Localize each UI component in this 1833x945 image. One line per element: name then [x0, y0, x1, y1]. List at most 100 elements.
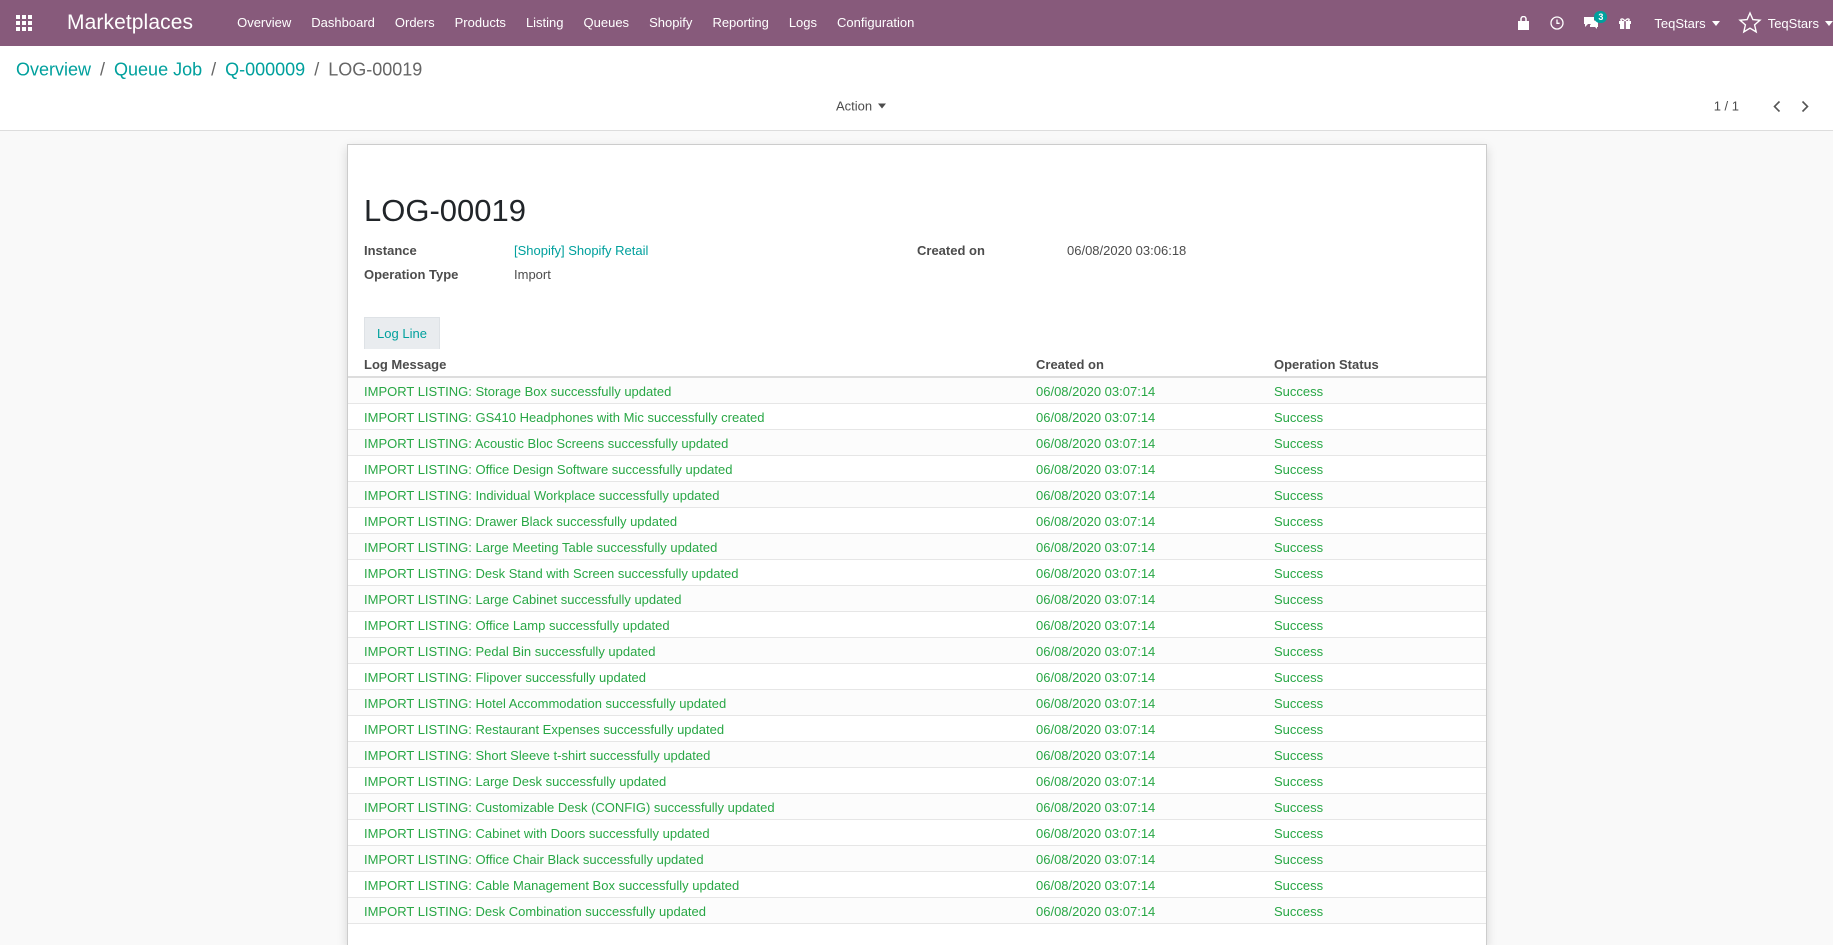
status-cell: Success [1274, 644, 1324, 659]
log-message-cell: IMPORT LISTING: Cabinet with Doors succe… [364, 826, 710, 841]
table-row[interactable]: IMPORT LISTING: Hotel Accommodation succ… [348, 690, 1486, 716]
status-cell: Success [1274, 488, 1324, 503]
table-row[interactable]: IMPORT LISTING: Customizable Desk (CONFI… [348, 794, 1486, 820]
table-row[interactable]: IMPORT LISTING: Individual Workplace suc… [348, 482, 1486, 508]
status-cell: Success [1274, 878, 1324, 893]
created-on-cell: 06/08/2020 03:07:14 [1036, 852, 1156, 867]
table-row[interactable]: IMPORT LISTING: Pedal Bin successfully u… [348, 638, 1486, 664]
table-row[interactable]: IMPORT LISTING: Office Chair Black succe… [348, 846, 1486, 872]
table-row[interactable]: IMPORT LISTING: Short Sleeve t-shirt suc… [348, 742, 1486, 768]
form-sheet: LOG-00019 Instance [Shopify] Shopify Ret… [347, 144, 1487, 945]
column-header-log-message[interactable]: Log Message [364, 357, 446, 372]
caret-down-icon [878, 103, 887, 109]
breadcrumb-queue-job[interactable]: Queue Job [114, 60, 202, 81]
menu-item-products[interactable]: Products [445, 0, 516, 46]
menu-item-overview[interactable]: Overview [227, 0, 301, 46]
table-row[interactable]: IMPORT LISTING: Large Cabinet successful… [348, 586, 1486, 612]
pager-value[interactable]: 1 / 1 [1714, 99, 1739, 114]
log-message-cell: IMPORT LISTING: Large Cabinet successful… [364, 592, 682, 607]
status-cell: Success [1274, 462, 1324, 477]
table-row[interactable]: IMPORT LISTING: Desk Combination success… [348, 898, 1486, 924]
log-message-cell: IMPORT LISTING: Cable Management Box suc… [364, 878, 740, 893]
menu-item-shopify[interactable]: Shopify [639, 0, 702, 46]
log-message-cell: IMPORT LISTING: Office Lamp successfully… [364, 618, 670, 633]
action-dropdown-button[interactable]: Action [836, 99, 887, 114]
activity-button[interactable] [1540, 0, 1574, 46]
breadcrumb-queue-record[interactable]: Q-000009 [225, 60, 305, 81]
table-row[interactable]: IMPORT LISTING: Cable Management Box suc… [348, 872, 1486, 898]
table-row[interactable]: IMPORT LISTING: Drawer Black successfull… [348, 508, 1486, 534]
company-switcher[interactable]: TeqStars [1642, 16, 1731, 31]
caret-down-icon [1711, 20, 1720, 26]
log-message-cell: IMPORT LISTING: Hotel Accommodation succ… [364, 696, 727, 711]
breadcrumb-separator: / [100, 59, 106, 80]
table-row[interactable]: IMPORT LISTING: Large Desk successfully … [348, 768, 1486, 794]
gift-button[interactable] [1608, 0, 1642, 46]
chevron-left-icon [1773, 100, 1781, 112]
status-cell: Success [1274, 722, 1324, 737]
log-message-cell: IMPORT LISTING: Customizable Desk (CONFI… [364, 800, 775, 815]
instance-link[interactable]: [Shopify] Shopify Retail [514, 243, 648, 258]
control-panel: Overview / Queue Job / Q-000009 / LOG-00… [0, 46, 1833, 131]
created-on-cell: 06/08/2020 03:07:14 [1036, 592, 1156, 607]
app-brand[interactable]: Marketplaces [67, 11, 193, 35]
menu-item-configuration[interactable]: Configuration [827, 0, 924, 46]
log-message-cell: IMPORT LISTING: Storage Box successfully… [364, 384, 672, 399]
table-row[interactable]: IMPORT LISTING: GS410 Headphones with Mi… [348, 404, 1486, 430]
menu-item-dashboard[interactable]: Dashboard [301, 0, 385, 46]
messages-button[interactable]: 3 [1574, 0, 1608, 46]
pager-previous-button[interactable] [1763, 100, 1791, 112]
table-row[interactable]: IMPORT LISTING: Cabinet with Doors succe… [348, 820, 1486, 846]
status-cell: Success [1274, 774, 1324, 789]
breadcrumb-overview[interactable]: Overview [16, 60, 91, 81]
status-cell: Success [1274, 436, 1324, 451]
user-menu[interactable]: TeqStars [1732, 11, 1833, 35]
pager-next-button[interactable] [1791, 100, 1819, 112]
table-row[interactable]: IMPORT LISTING: Office Design Software s… [348, 456, 1486, 482]
systray: 3 TeqStars TeqStars [1506, 0, 1833, 46]
status-cell: Success [1274, 384, 1324, 399]
menu-item-orders[interactable]: Orders [385, 0, 445, 46]
record-title: LOG-00019 [364, 192, 526, 228]
table-row[interactable]: IMPORT LISTING: Storage Box successfully… [348, 378, 1486, 404]
apps-menu-button[interactable] [0, 0, 48, 46]
status-cell: Success [1274, 514, 1324, 529]
table-row[interactable]: IMPORT LISTING: Flipover successfully up… [348, 664, 1486, 690]
status-cell: Success [1274, 904, 1324, 919]
log-message-cell: IMPORT LISTING: Large Desk successfully … [364, 774, 667, 789]
status-cell: Success [1274, 410, 1324, 425]
apps-grid-icon [16, 15, 32, 31]
chevron-right-icon [1801, 100, 1809, 112]
log-message-cell: IMPORT LISTING: Short Sleeve t-shirt suc… [364, 748, 711, 763]
table-row[interactable]: IMPORT LISTING: Office Lamp successfully… [348, 612, 1486, 638]
created-on-cell: 06/08/2020 03:07:14 [1036, 800, 1156, 815]
star-icon [1737, 11, 1762, 34]
created-on-cell: 06/08/2020 03:07:14 [1036, 644, 1156, 659]
created-on-label: Created on [917, 243, 985, 258]
column-header-created-on[interactable]: Created on [1036, 357, 1104, 372]
table-row[interactable]: IMPORT LISTING: Desk Stand with Screen s… [348, 560, 1486, 586]
status-cell: Success [1274, 566, 1324, 581]
breadcrumb: Overview / Queue Job / Q-000009 / LOG-00… [16, 60, 422, 81]
menu-item-reporting[interactable]: Reporting [702, 0, 778, 46]
table-row[interactable]: IMPORT LISTING: Acoustic Bloc Screens su… [348, 430, 1486, 456]
log-message-cell: IMPORT LISTING: Pedal Bin successfully u… [364, 644, 656, 659]
log-message-cell: IMPORT LISTING: Desk Stand with Screen s… [364, 566, 739, 581]
created-on-cell: 06/08/2020 03:07:14 [1036, 748, 1156, 763]
log-message-cell: IMPORT LISTING: Office Design Software s… [364, 462, 733, 477]
table-row[interactable]: IMPORT LISTING: Restaurant Expenses succ… [348, 716, 1486, 742]
log-message-cell: IMPORT LISTING: Restaurant Expenses succ… [364, 722, 725, 737]
messages-count-badge: 3 [1594, 11, 1608, 23]
breadcrumb-separator: / [211, 59, 217, 80]
column-header-operation-status[interactable]: Operation Status [1274, 357, 1379, 372]
shopping-bag-button[interactable] [1506, 0, 1540, 46]
menu-item-logs[interactable]: Logs [779, 0, 827, 46]
menu-item-queues[interactable]: Queues [574, 0, 640, 46]
table-row[interactable]: IMPORT LISTING: Large Meeting Table succ… [348, 534, 1486, 560]
log-message-cell: IMPORT LISTING: Individual Workplace suc… [364, 488, 720, 503]
log-lines-table-header: Log Message Created on Operation Status [348, 352, 1486, 378]
created-on-cell: 06/08/2020 03:07:14 [1036, 618, 1156, 633]
menu-item-listing[interactable]: Listing [516, 0, 574, 46]
created-on-cell: 06/08/2020 03:07:14 [1036, 722, 1156, 737]
tab-log-line[interactable]: Log Line [364, 317, 440, 349]
